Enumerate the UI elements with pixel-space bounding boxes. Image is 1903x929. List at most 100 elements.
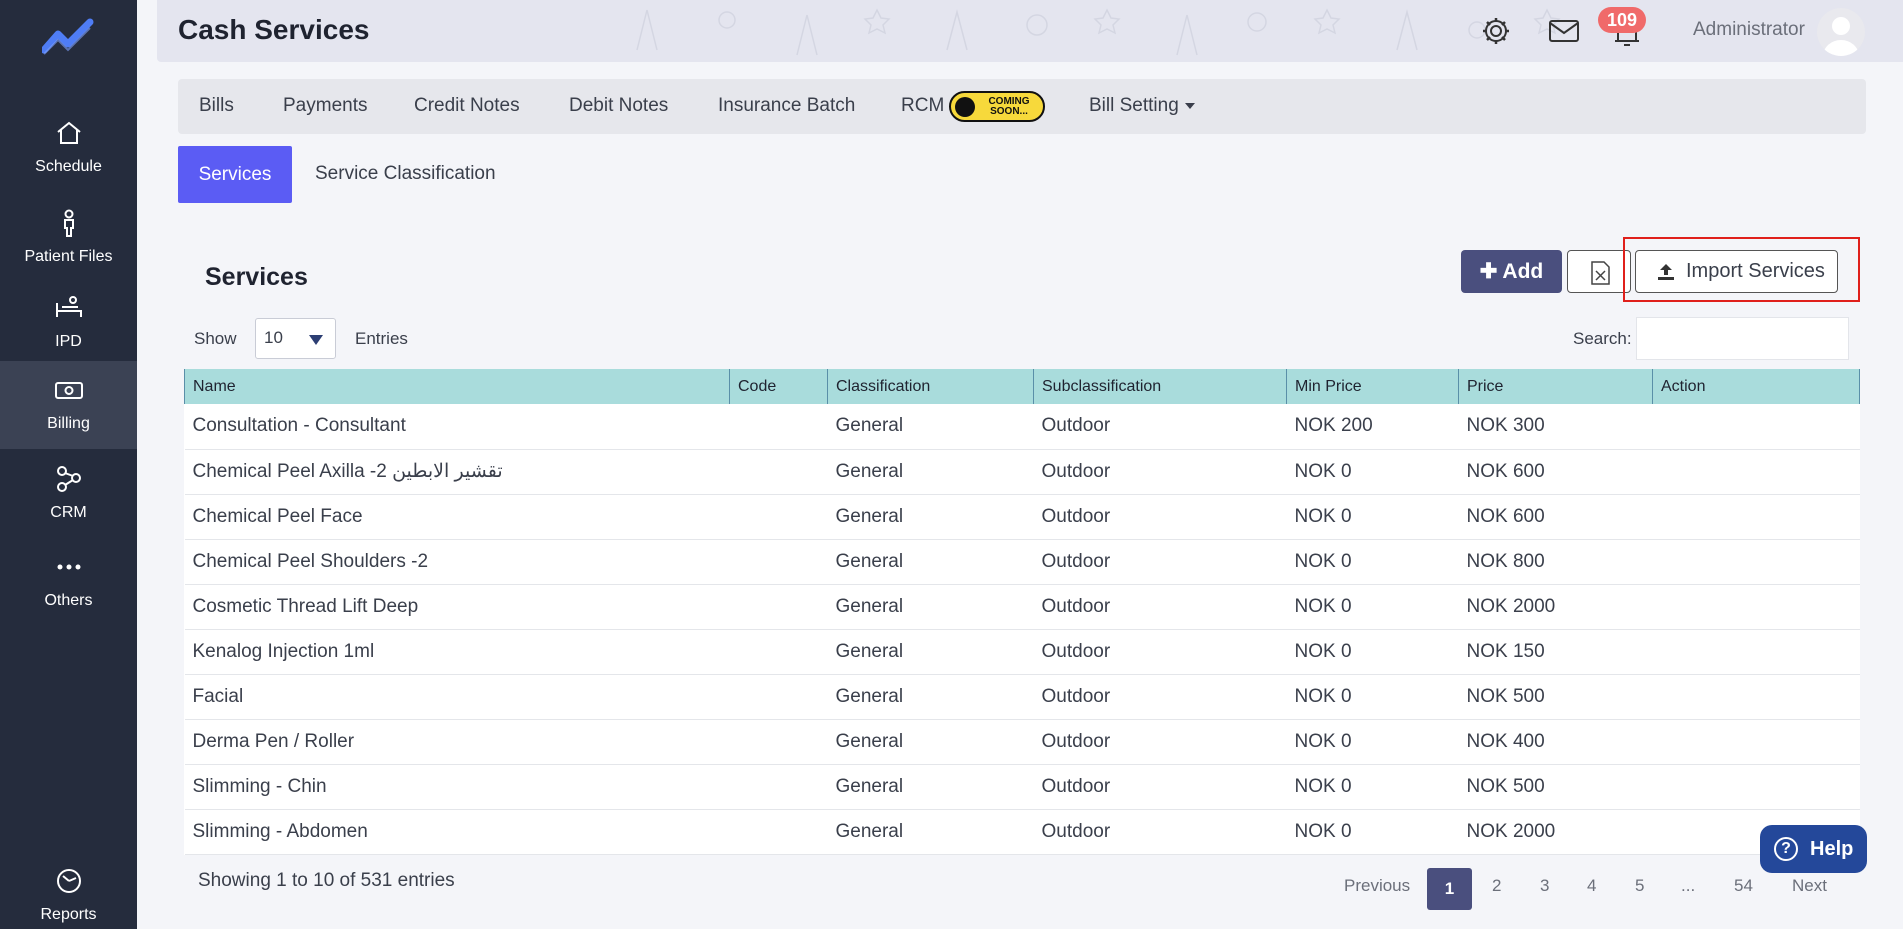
cell-price: NOK 150	[1458, 629, 1653, 675]
money-icon	[54, 382, 83, 399]
sidebar-item-crm[interactable]: CRM	[0, 450, 137, 538]
notification-badge: 109	[1598, 7, 1647, 33]
table-row[interactable]: Slimming - Abdomen General Outdoor NOK 0 NOK…	[184, 809, 1860, 855]
cell-subclassification: Outdoor	[1033, 674, 1287, 720]
cell-name: Slimming - Chin	[184, 764, 730, 810]
add-button[interactable]: ✚ Add	[1461, 250, 1562, 293]
cell-price: NOK 600	[1458, 494, 1653, 540]
cell-classification: General	[827, 674, 1034, 720]
sidebar-item-patient-files[interactable]: Patient Files	[0, 194, 137, 282]
avatar[interactable]	[1817, 8, 1865, 56]
tab-insurance-batch[interactable]: Insurance Batch	[718, 95, 855, 117]
column-header-code[interactable]: Code	[729, 369, 828, 404]
billing-tabbar: Bills Payments Credit Notes Debit Notes …	[178, 79, 1866, 134]
cell-code	[729, 449, 828, 495]
table-row[interactable]: Cosmetic Thread Lift Deep General Outdoor N…	[184, 584, 1860, 630]
column-header-subclassification[interactable]: Subclassification	[1033, 369, 1287, 404]
column-header-price[interactable]: Price	[1458, 369, 1653, 404]
section-title: Services	[205, 263, 308, 291]
entries-label: Entries	[355, 329, 408, 348]
pagination-page-5[interactable]: 5	[1635, 876, 1644, 896]
add-button-label: Add	[1502, 260, 1544, 283]
entries-select[interactable]: 10	[255, 318, 336, 359]
table-row[interactable]: Slimming - Chin General Outdoor NOK 0 NOK 50…	[184, 764, 1860, 810]
sidebar-item-billing[interactable]: Billing	[0, 361, 137, 449]
cell-name: Chemical Peel Face	[184, 494, 730, 540]
table-row[interactable]: Derma Pen / Roller General Outdoor NOK 0 NOK…	[184, 719, 1860, 765]
cell-price: NOK 500	[1458, 764, 1653, 810]
pagination-page-3[interactable]: 3	[1540, 876, 1549, 896]
table-row[interactable]: Chemical Peel Shoulders -2 General Outdoor…	[184, 539, 1860, 585]
cell-price: NOK 300	[1458, 404, 1653, 450]
table-row[interactable]: Facial General Outdoor NOK 0 NOK 500	[184, 674, 1860, 720]
coming-soon-badge: COMING SOON...	[949, 91, 1045, 122]
pagination-page-2[interactable]: 2	[1492, 876, 1501, 896]
pagination-previous[interactable]: Previous	[1344, 876, 1410, 896]
cell-subclassification: Outdoor	[1033, 539, 1287, 585]
subtab-services[interactable]: Services	[178, 146, 292, 203]
bed-icon	[55, 296, 82, 317]
cell-code	[729, 674, 828, 720]
tab-rcm[interactable]: RCM	[901, 95, 944, 117]
tab-bills[interactable]: Bills	[199, 95, 234, 117]
pagination-page-1[interactable]: 1	[1427, 868, 1472, 910]
sidebar-item-label: IPD	[55, 333, 82, 350]
highlight-box	[1623, 237, 1860, 302]
cell-price: NOK 500	[1458, 674, 1653, 720]
user-name[interactable]: Administrator	[1693, 19, 1805, 41]
cell-min-price: NOK 0	[1286, 494, 1459, 540]
cell-name: Chemical Peel Axilla -2 تقشير الابطين	[184, 449, 730, 495]
sidebar-item-schedule[interactable]: Schedule	[0, 104, 137, 192]
pagination-next[interactable]: Next	[1792, 876, 1827, 896]
app-logo[interactable]	[42, 18, 94, 58]
cell-price: NOK 2000	[1458, 809, 1653, 855]
network-icon	[56, 466, 81, 492]
cell-subclassification: Outdoor	[1033, 494, 1287, 540]
search-input[interactable]	[1636, 317, 1849, 360]
cell-min-price: NOK 0	[1286, 539, 1459, 585]
table-row[interactable]: Chemical Peel Axilla -2 تقشير الابطين Gen…	[184, 449, 1860, 495]
column-header-min-price[interactable]: Min Price	[1286, 369, 1459, 404]
pagination-page-4[interactable]: 4	[1587, 876, 1596, 896]
export-excel-button[interactable]	[1567, 250, 1631, 293]
coming-soon-line2: SOON...	[990, 106, 1028, 117]
cell-action	[1652, 539, 1860, 585]
table-row[interactable]: Consultation - Consultant General Outdoor N…	[184, 404, 1860, 450]
help-button[interactable]: ? Help	[1760, 825, 1867, 873]
cell-classification: General	[827, 539, 1034, 585]
cell-name: Cosmetic Thread Lift Deep	[184, 584, 730, 630]
column-header-name[interactable]: Name	[184, 369, 730, 404]
tab-credit-notes[interactable]: Credit Notes	[414, 95, 520, 117]
sidebar-item-ipd[interactable]: IPD	[0, 279, 137, 367]
cell-classification: General	[827, 764, 1034, 810]
table-info: Showing 1 to 10 of 531 entries	[198, 870, 455, 891]
table-row[interactable]: Chemical Peel Face General Outdoor NOK 0 NOK…	[184, 494, 1860, 540]
help-button-label: Help	[1810, 838, 1854, 860]
subtab-service-classification[interactable]: Service Classification	[315, 163, 496, 185]
cell-name: Chemical Peel Shoulders -2	[184, 539, 730, 585]
cell-classification: General	[827, 584, 1034, 630]
tab-bill-setting[interactable]: Bill Setting	[1089, 95, 1195, 117]
table-header-row: Name Code Classification Subclassificati…	[184, 369, 1860, 404]
cell-min-price: NOK 0	[1286, 809, 1459, 855]
mail-icon[interactable]	[1547, 14, 1581, 48]
sidebar-item-reports[interactable]: Reports	[0, 852, 137, 929]
cell-action	[1652, 764, 1860, 810]
sidebar-item-label: Schedule	[35, 158, 102, 175]
cell-min-price: NOK 0	[1286, 674, 1459, 720]
megaphone-icon	[955, 97, 975, 117]
tab-payments[interactable]: Payments	[283, 95, 367, 117]
caret-down-icon	[1184, 102, 1195, 109]
cell-code	[729, 719, 828, 765]
tab-debit-notes[interactable]: Debit Notes	[569, 95, 668, 117]
pagination-page-54[interactable]: 54	[1734, 876, 1753, 896]
table-row[interactable]: Kenalog Injection 1ml General Outdoor NOK 0…	[184, 629, 1860, 675]
cell-subclassification: Outdoor	[1033, 449, 1287, 495]
cell-classification: General	[827, 719, 1034, 765]
gear-icon[interactable]	[1479, 14, 1513, 48]
cell-code	[729, 404, 828, 450]
services-table: Name Code Classification Subclassificati…	[184, 369, 1860, 855]
sidebar-item-others[interactable]: Others	[0, 538, 137, 626]
column-header-classification[interactable]: Classification	[827, 369, 1034, 404]
dots-icon	[57, 564, 80, 570]
